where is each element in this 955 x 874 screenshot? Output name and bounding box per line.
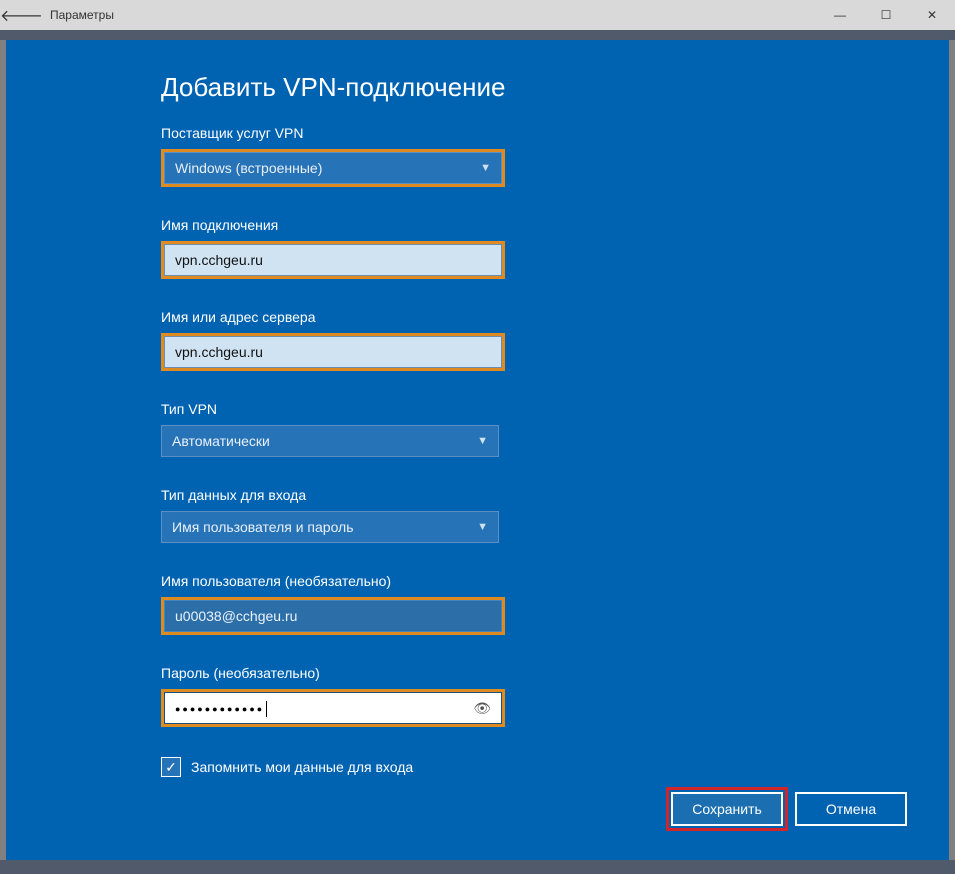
back-button[interactable]: 🡐 — [0, 5, 40, 26]
vpn-dialog: Добавить VPN-подключение Поставщик услуг… — [6, 40, 949, 860]
close-button[interactable]: ✕ — [909, 0, 955, 30]
select-auth-type-value: Имя пользователя и пароль — [172, 519, 354, 535]
chevron-down-icon: ▼ — [480, 162, 491, 174]
checkbox-remember[interactable]: ✓ — [161, 757, 181, 777]
highlight-username: u00038@cchgeu.ru — [161, 597, 505, 635]
select-auth-type[interactable]: Имя пользователя и пароль ▼ — [161, 511, 499, 543]
dialog-buttons: Сохранить Отмена — [671, 792, 907, 826]
select-vpn-type[interactable]: Автоматически ▼ — [161, 425, 499, 457]
field-username: Имя пользователя (необязательно) u00038@… — [161, 573, 949, 635]
label-provider: Поставщик услуг VPN — [161, 125, 949, 141]
field-auth-type: Тип данных для входа Имя пользователя и … — [161, 487, 949, 543]
remember-row: ✓ Запомнить мои данные для входа — [161, 757, 949, 777]
cancel-button[interactable]: Отмена — [795, 792, 907, 826]
highlight-password: ●●●●●●●●●●●● 👁 — [161, 689, 505, 727]
field-provider: Поставщик услуг VPN Windows (встроенные)… — [161, 125, 949, 187]
label-connection-name: Имя подключения — [161, 217, 949, 233]
chevron-down-icon: ▼ — [477, 521, 488, 533]
input-server[interactable]: vpn.cchgeu.ru — [164, 336, 502, 368]
select-provider[interactable]: Windows (встроенные) ▼ — [164, 152, 502, 184]
label-vpn-type: Тип VPN — [161, 401, 949, 417]
input-password[interactable]: ●●●●●●●●●●●● 👁 — [164, 692, 502, 724]
dim-overlay-top — [0, 30, 955, 40]
label-username: Имя пользователя (необязательно) — [161, 573, 949, 589]
label-server: Имя или адрес сервера — [161, 309, 949, 325]
input-password-value: ●●●●●●●●●●●● — [175, 704, 264, 714]
field-connection-name: Имя подключения vpn.cchgeu.ru — [161, 217, 949, 279]
field-vpn-type: Тип VPN Автоматически ▼ — [161, 401, 949, 457]
text-caret — [266, 701, 267, 717]
label-password: Пароль (необязательно) — [161, 665, 949, 681]
field-password: Пароль (необязательно) ●●●●●●●●●●●● 👁 — [161, 665, 949, 727]
titlebar: 🡐 Параметры — ☐ ✕ — [0, 0, 955, 30]
label-auth-type: Тип данных для входа — [161, 487, 949, 503]
input-username[interactable]: u00038@cchgeu.ru — [164, 600, 502, 632]
input-connection-name-value: vpn.cchgeu.ru — [175, 252, 263, 268]
select-provider-value: Windows (встроенные) — [175, 160, 322, 176]
label-remember: Запомнить мои данные для входа — [191, 759, 413, 775]
highlight-provider: Windows (встроенные) ▼ — [161, 149, 505, 187]
minimize-button[interactable]: — — [817, 0, 863, 30]
dim-overlay-bottom — [0, 860, 955, 874]
field-server: Имя или адрес сервера vpn.cchgeu.ru — [161, 309, 949, 371]
page-title: Добавить VPN-подключение — [161, 72, 949, 103]
window-title: Параметры — [50, 8, 114, 22]
input-username-value: u00038@cchgeu.ru — [175, 608, 297, 624]
input-server-value: vpn.cchgeu.ru — [175, 344, 263, 360]
select-vpn-type-value: Автоматически — [172, 433, 270, 449]
highlight-connection-name: vpn.cchgeu.ru — [161, 241, 505, 279]
input-connection-name[interactable]: vpn.cchgeu.ru — [164, 244, 502, 276]
highlight-server: vpn.cchgeu.ru — [161, 333, 505, 371]
save-button[interactable]: Сохранить — [671, 792, 783, 826]
maximize-button[interactable]: ☐ — [863, 0, 909, 30]
reveal-password-icon[interactable]: 👁 — [473, 700, 491, 717]
window-controls: — ☐ ✕ — [817, 0, 955, 30]
chevron-down-icon: ▼ — [477, 435, 488, 447]
